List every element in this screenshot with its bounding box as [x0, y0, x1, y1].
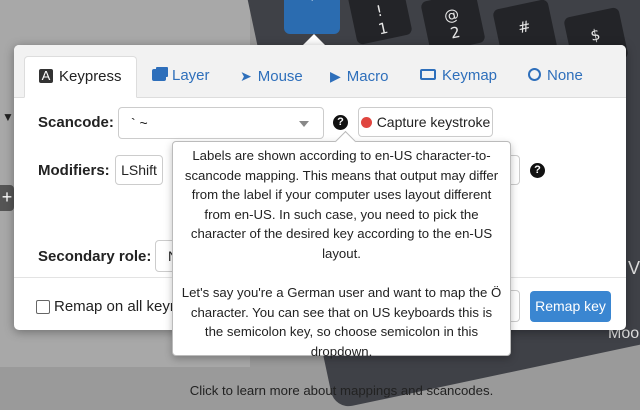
tab-label: Macro	[346, 68, 389, 85]
tab-label: Keypress	[59, 68, 122, 85]
chevron-down-icon	[299, 121, 309, 127]
record-icon	[360, 117, 372, 128]
modifier-lshift-button[interactable]: LShift	[115, 155, 163, 185]
remap-key-button[interactable]: Remap key	[530, 291, 611, 322]
tab-none[interactable]: None	[528, 56, 583, 96]
tab-layer[interactable]: Layer	[152, 56, 210, 96]
scancode-label: Scancode:	[38, 114, 114, 131]
scancode-value: ` ~	[131, 115, 148, 131]
active-key[interactable]: `	[284, 0, 340, 34]
keyboard-icon	[420, 69, 436, 80]
scancode-help-popover[interactable]: Labels are shown according to en-US char…	[172, 130, 511, 398]
tab-label: Layer	[172, 67, 210, 84]
macro-play-icon: ▶	[330, 68, 341, 84]
keypress-icon: A	[39, 69, 53, 83]
tab-keypress[interactable]: A Keypress	[24, 56, 137, 98]
tab-macro[interactable]: ▶ Macro	[330, 56, 388, 96]
help-icon[interactable]: ?	[333, 115, 348, 130]
popover-paragraph: Let's say you're a German user and want …	[181, 285, 502, 359]
capture-keystroke-label: Capture keystroke	[376, 114, 491, 130]
scancode-select[interactable]: ` ~	[118, 107, 324, 139]
tab-bar: A Keypress Layer ➤ Mouse ▶ Macro Keymap Non…	[14, 45, 626, 98]
capture-keystroke-button[interactable]: Capture keystroke	[358, 107, 493, 137]
remap-all-checkbox[interactable]	[36, 300, 50, 314]
modifiers-label: Modifiers:	[38, 162, 110, 179]
tab-label: Keymap	[442, 67, 498, 84]
tab-label: None	[547, 67, 583, 84]
tab-mouse[interactable]: ➤ Mouse	[240, 56, 303, 96]
tab-label: Mouse	[257, 68, 303, 85]
help-icon[interactable]: ?	[530, 163, 545, 178]
remap-all-label: Remap on all keym	[54, 298, 183, 315]
left-handle[interactable]: +	[0, 185, 14, 211]
secondary-role-label: Secondary role:	[38, 248, 152, 265]
ban-icon	[528, 68, 541, 81]
left-chevron-icon[interactable]: ▼	[2, 110, 14, 126]
tab-keymap[interactable]: Keymap	[420, 56, 497, 96]
popover-learn-more-link[interactable]: Click to learn more about mappings and s…	[173, 381, 510, 401]
mouse-pointer-icon: ➤	[240, 68, 252, 84]
popover-paragraph: Labels are shown according to en-US char…	[184, 148, 499, 261]
layer-icon	[152, 69, 166, 81]
background-key-text: V	[628, 258, 640, 278]
